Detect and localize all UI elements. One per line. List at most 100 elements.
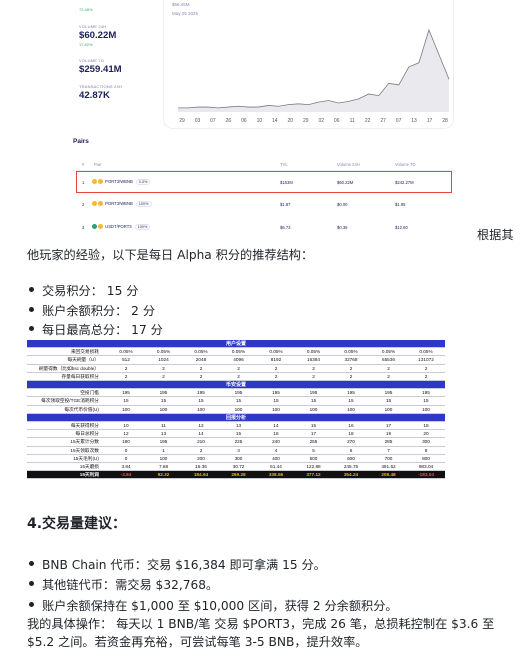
- sheet-cell: 354.24: [343, 472, 359, 478]
- sheet-cell: 100: [159, 406, 168, 412]
- volume-24h-pct: 17.82%: [79, 42, 93, 47]
- sheet-cell: 0: [124, 447, 128, 453]
- col-volume-7d[interactable]: Volume 7D: [395, 162, 415, 167]
- list-item-text: BNB Chain 代币：交易 $16,384 即可拿满 15 分。: [42, 558, 326, 572]
- x-tick-label: 06: [333, 118, 340, 124]
- sheet-cell: 195: [159, 439, 168, 445]
- sheet-cell: 15: [310, 423, 317, 428]
- sheet-cell: 14: [198, 431, 204, 437]
- sheet-cell: 2: [387, 365, 390, 371]
- sheet-cell: 208.48: [381, 472, 396, 478]
- sheet-section-header: 币安设置: [27, 381, 445, 390]
- tx-24h-label: TRANSACTIONS 24H: [79, 84, 122, 89]
- sheet-cell: 30.72: [232, 464, 245, 469]
- sheet-row-label: 15天利润: [79, 472, 99, 478]
- sheet-cell: 2: [312, 365, 315, 371]
- sheet-cell: 2: [349, 373, 353, 379]
- sheet-cell: 17: [385, 423, 392, 428]
- sheet-cell: 92.32: [157, 472, 170, 478]
- sheet-cell: 300: [422, 439, 430, 445]
- sheet-cell: 6: [349, 447, 353, 453]
- list-item-text: 交易积分： 15 分: [42, 284, 139, 298]
- list-item-text: 每日最高总分： 17 分: [42, 323, 163, 337]
- sheet-cell: 3.84: [121, 464, 131, 469]
- sheet-row: 来回交易损耗 0.05% 0.05% 0.05% 0.05% 0.05% 0.05% 0.05…: [27, 348, 445, 357]
- sheet-cell: 4096: [233, 357, 244, 363]
- sheet-cell: 240: [272, 439, 280, 445]
- sheet-cell: -183.04: [418, 472, 434, 478]
- sheet-row: 每次领取空投/TGE消耗积分 15 15 15 15 15 15 15 15 15: [27, 397, 445, 406]
- sheet-cell: 18: [348, 431, 354, 437]
- sheet-cell: 8: [424, 447, 428, 453]
- sheet-cell: 100: [234, 406, 243, 412]
- sheet-cell: 61.44: [270, 464, 282, 469]
- sheet-row-label: 15天磨损: [79, 464, 99, 469]
- sheet-cell: 0.05%: [344, 349, 358, 355]
- sheet-row: 每日总积分 12 13 14 15 16 17 18 19 20: [27, 430, 445, 439]
- sheet-cell: 11: [161, 423, 166, 428]
- sheet-row: 每次代币价值(U) 100 100 100 100 100 100 100 100 100: [27, 406, 445, 414]
- sheet-cell: 195: [197, 390, 205, 396]
- list-item-text: 账户余额保持在 $1,000 至 $10,000 区间，获得 2 分余额积分。: [42, 599, 398, 613]
- x-tick-label: 07: [395, 118, 402, 124]
- sheet-cell: 15.36: [195, 464, 207, 469]
- x-tick-label: 26: [225, 118, 232, 124]
- volume-7d-value: $259.41M: [79, 64, 122, 75]
- sheet-cell: 100: [197, 406, 205, 412]
- sheet-cell: 16384: [306, 357, 321, 363]
- sheet-cell: 338.56: [268, 472, 284, 478]
- sheet-cell: 269.28: [231, 472, 246, 478]
- sheet-cell: 245.76: [343, 464, 359, 469]
- sheet-cell: 16: [273, 431, 279, 437]
- sheet-row-label: 空投门槛: [80, 390, 99, 396]
- table-row[interactable]: USDT/PORT3 100%: [92, 224, 151, 230]
- bullet-icon: [29, 561, 34, 566]
- row-vol24: $0.00: [337, 202, 348, 207]
- table-row[interactable]: PORT3/WBNB 100%: [92, 201, 152, 207]
- section-heading: 4.交易量建议：: [27, 516, 127, 532]
- sheet-cell: 131072: [418, 357, 434, 363]
- sheet-cell: 0.05%: [156, 349, 171, 355]
- col-tvl[interactable]: TVL: [280, 162, 288, 167]
- sheet-cell: 2: [162, 365, 165, 371]
- sheet-cell: 100: [384, 406, 393, 412]
- x-tick-label: 02: [318, 118, 325, 124]
- sheet-cell: 0.05%: [119, 349, 133, 355]
- sheet-cell: 4: [274, 447, 278, 453]
- volume-chart: $56.45M May 25 2025 29 03 07 26 06 10 14 20 29 02…: [163, 0, 454, 129]
- sheet-row: 15天利润 -3.84 92.32 184.64 269.28 338.56 377.12 3…: [27, 471, 445, 480]
- x-tick-label: 22: [364, 118, 371, 124]
- volume-7d-label: VOLUME 7D: [79, 58, 104, 63]
- sheet-cell: 15: [385, 398, 392, 404]
- port3-coin-icon: [98, 224, 103, 230]
- sheet-cell: 14: [273, 423, 279, 428]
- col-volume-24h[interactable]: Volume 24H: [337, 162, 360, 167]
- sheet-cell: 17: [310, 431, 317, 437]
- sheet-cell: 300: [234, 455, 243, 461]
- x-tick-label: 29: [302, 118, 309, 124]
- sheet-cell: 15: [348, 398, 354, 404]
- sheet-cell: 2: [162, 373, 165, 379]
- sheet-row-label: 存量每日获取积分: [61, 373, 99, 379]
- sheet-cell: 2: [274, 373, 278, 379]
- bnb-coin-icon: [98, 201, 103, 207]
- bnb-coin-icon: [98, 179, 103, 185]
- row-tvl: $1.87: [280, 202, 291, 207]
- sheet-cell: 8192: [270, 357, 282, 363]
- sheet-cell: 377.12: [306, 472, 321, 478]
- sheet-row: 存量每日获取积分 2 2 2 2 2 2 2 2 2: [27, 373, 445, 381]
- list-item: 其他链代币：需交易 $32,768。: [29, 575, 218, 593]
- col-num: #: [82, 162, 85, 167]
- sheet-row: 每天刷量（U） 512 1024 2048 4096 8192 16384 32768 6553…: [27, 356, 445, 365]
- table-row[interactable]: PORT3/WBNB 0.0%: [92, 179, 151, 185]
- row-vol24: $60.22M: [337, 180, 354, 185]
- sheet-cell: 210: [197, 439, 205, 445]
- sheet-cell: 15: [123, 398, 129, 404]
- sheet-cell: -3.84: [120, 472, 132, 478]
- row-num: 2: [82, 202, 85, 207]
- sheet-cell: 2: [349, 365, 353, 371]
- sheet-cell: 0.05%: [306, 349, 321, 355]
- sheet-cell: 491.52: [381, 464, 396, 469]
- sheet-cell: 15: [423, 398, 429, 404]
- sheet-cell: 0.05%: [194, 349, 208, 355]
